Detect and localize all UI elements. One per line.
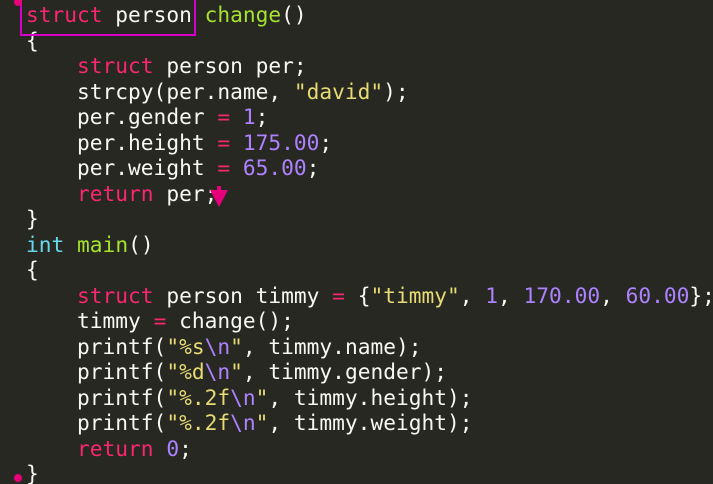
code-token: {: [344, 282, 371, 308]
code-token: int: [26, 231, 65, 257]
code-line[interactable]: struct person per;: [26, 53, 307, 78]
code-token: ": [230, 359, 243, 384]
code-token: =: [153, 308, 167, 333]
code-token: "%.2f: [166, 384, 231, 410]
code-token: , timmy.height);: [268, 384, 473, 410]
code-token: 65.00: [242, 155, 307, 180]
code-token: 170.00: [523, 282, 601, 308]
code-token: per;: [153, 180, 218, 206]
code-token: change();: [166, 308, 294, 333]
code-token: struct: [77, 53, 154, 78]
code-token: 1: [485, 282, 499, 308]
code-token: per.gender: [26, 104, 218, 129]
code-line[interactable]: }: [26, 461, 39, 484]
code-line[interactable]: return per;: [26, 181, 217, 206]
code-token: ;: [319, 129, 333, 155]
code-token: printf(: [26, 359, 167, 384]
code-token: "%s: [166, 333, 205, 359]
code-token: 60.00: [625, 282, 690, 308]
code-line[interactable]: return 0;: [26, 436, 192, 461]
code-token: \n: [230, 384, 256, 410]
code-line[interactable]: timmy = change();: [26, 308, 294, 333]
pointer-arrow-icon: [210, 190, 228, 207]
code-token: timmy: [26, 308, 154, 333]
code-editor[interactable]: struct person change(){ struct person pe…: [0, 0, 713, 484]
code-token: strcpy(per.name,: [26, 78, 294, 104]
code-line[interactable]: printf("%s\n", timmy.name);: [26, 334, 421, 359]
code-token: );: [383, 78, 409, 104]
code-token: main: [77, 231, 129, 257]
code-token: (): [281, 2, 307, 27]
code-token: "%.2f: [166, 410, 231, 435]
annotation-highlight-box: [20, 0, 196, 36]
code-token: person timmy: [153, 282, 333, 308]
code-token: }: [26, 461, 39, 484]
code-line[interactable]: printf("%.2f\n", timmy.height);: [26, 384, 473, 410]
code-token: =: [217, 155, 231, 180]
code-line[interactable]: }: [26, 206, 39, 231]
code-token: printf(: [26, 384, 167, 410]
code-token: 1: [242, 104, 256, 129]
code-token: per.weight: [26, 155, 218, 180]
code-token: ": [255, 384, 269, 410]
code-token: ,: [498, 282, 524, 308]
code-token: ;: [179, 435, 192, 461]
code-token: ,: [600, 282, 626, 308]
code-token: , timmy.weight);: [268, 410, 473, 435]
code-token: printf(: [26, 410, 167, 435]
code-token: =: [217, 129, 231, 155]
code-token: person per;: [153, 53, 307, 78]
code-token: "timmy": [370, 282, 460, 308]
code-token: =: [332, 282, 345, 308]
code-line[interactable]: strcpy(per.name, "david");: [26, 79, 409, 104]
code-token: (): [128, 231, 154, 257]
code-token: return: [77, 180, 154, 206]
code-token: printf(: [26, 333, 167, 359]
code-line[interactable]: per.weight = 65.00;: [26, 155, 319, 180]
code-token: ;: [306, 155, 320, 180]
code-token: struct: [77, 282, 154, 308]
code-token: =: [217, 104, 231, 129]
code-line[interactable]: printf("%d\n", timmy.gender);: [26, 359, 447, 384]
code-token: {: [26, 257, 39, 282]
annotation-dot-bottom: [14, 474, 22, 482]
code-token: \n: [204, 333, 231, 359]
code-token: }: [26, 206, 39, 231]
code-token: \n: [230, 410, 256, 435]
code-token: 175.00: [242, 129, 320, 155]
code-line[interactable]: per.gender = 1;: [26, 104, 268, 129]
code-token: return: [77, 435, 154, 461]
code-token: "david": [293, 78, 384, 104]
code-token: };: [689, 282, 713, 308]
code-line[interactable]: int main(): [26, 232, 154, 257]
code-token: change: [204, 2, 282, 27]
code-line[interactable]: printf("%.2f\n", timmy.weight);: [26, 410, 473, 435]
code-token: , timmy.gender);: [242, 359, 447, 384]
code-token: "%d: [166, 359, 205, 384]
code-token: ,: [459, 282, 486, 308]
code-token: , timmy.name);: [242, 333, 422, 359]
code-token: ": [230, 333, 243, 359]
code-token: ;: [255, 104, 269, 129]
code-line[interactable]: {: [26, 257, 39, 282]
code-line[interactable]: per.height = 175.00;: [26, 130, 332, 155]
code-token: 0: [166, 435, 180, 461]
code-token: \n: [204, 359, 231, 384]
code-line[interactable]: struct person timmy = {"timmy", 1, 170.0…: [26, 283, 713, 308]
code-token: ": [255, 410, 269, 435]
code-token: per.height: [26, 129, 218, 155]
